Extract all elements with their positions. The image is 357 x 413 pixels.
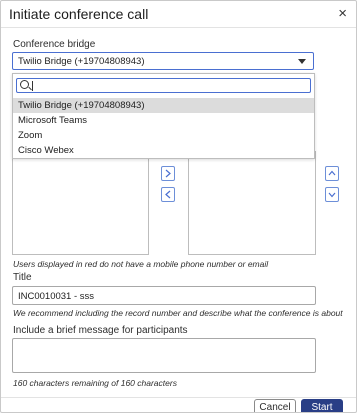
title-hint-note: We recommend including the record number… xyxy=(13,308,343,318)
title-input-value: INC0010031 - sss xyxy=(18,291,95,302)
selected-users-list[interactable] xyxy=(188,151,316,255)
move-up-button[interactable] xyxy=(325,166,339,181)
dropdown-option-twilio[interactable]: Twilio Bridge (+19704808943) xyxy=(13,98,314,113)
message-textarea[interactable] xyxy=(12,338,316,373)
dialog-title: Initiate conference call xyxy=(9,6,149,22)
available-users-list[interactable] xyxy=(12,151,149,255)
move-left-button[interactable] xyxy=(161,187,175,202)
conference-bridge-label: Conference bridge xyxy=(13,39,96,50)
move-down-button[interactable] xyxy=(325,187,339,202)
dropdown-option-zoom[interactable]: Zoom xyxy=(13,128,314,143)
chevron-right-icon xyxy=(165,169,171,178)
caret-down-icon xyxy=(298,59,306,64)
header-divider xyxy=(1,27,356,28)
dropdown-option-cisco-webex[interactable]: Cisco Webex xyxy=(13,143,314,158)
search-icon xyxy=(20,80,29,89)
conference-dialog: Initiate conference call × Conference br… xyxy=(0,0,357,413)
bridge-dropdown: Twilio Bridge (+19704808943) Microsoft T… xyxy=(12,73,315,159)
close-icon[interactable]: × xyxy=(338,5,347,22)
chevron-down-icon xyxy=(328,192,336,198)
message-label: Include a brief message for participants xyxy=(13,325,188,336)
dropdown-option-microsoft-teams[interactable]: Microsoft Teams xyxy=(13,113,314,128)
chevron-left-icon xyxy=(165,190,171,199)
dropdown-search-input[interactable] xyxy=(16,78,311,93)
move-right-button[interactable] xyxy=(161,166,175,181)
char-count-note: 160 characters remaining of 160 characte… xyxy=(13,378,177,388)
red-users-note: Users displayed in red do not have a mob… xyxy=(13,259,269,269)
title-label: Title xyxy=(13,272,32,283)
conference-bridge-select[interactable]: Twilio Bridge (+19704808943) xyxy=(12,52,314,70)
title-input[interactable]: INC0010031 - sss xyxy=(12,286,316,305)
cancel-button[interactable]: Cancel xyxy=(254,399,296,412)
start-button[interactable]: Start xyxy=(301,399,343,412)
selected-bridge-value: Twilio Bridge (+19704808943) xyxy=(18,56,145,67)
text-cursor xyxy=(32,81,33,91)
footer-divider xyxy=(1,397,356,398)
chevron-up-icon xyxy=(328,170,336,176)
